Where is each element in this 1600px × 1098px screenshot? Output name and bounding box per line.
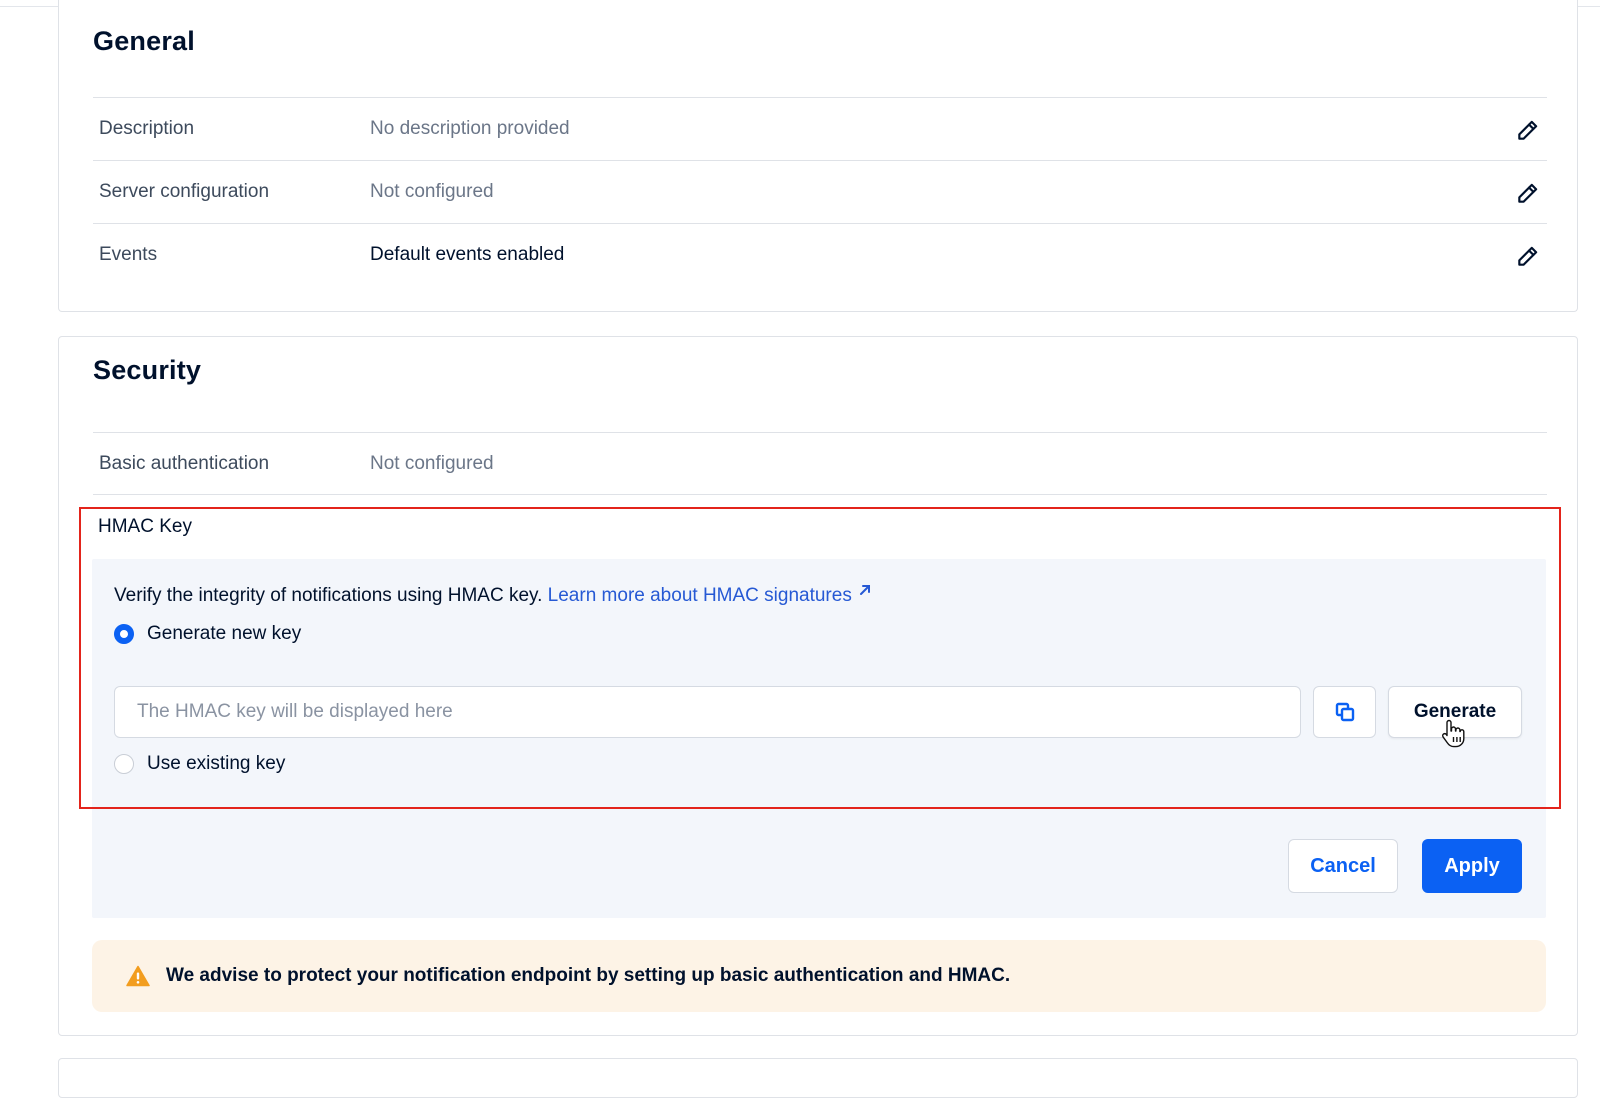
basic-authentication-value: Not configured <box>370 453 494 474</box>
hmac-panel: Verify the integrity of notifications us… <box>92 559 1546 918</box>
basic-authentication-label: Basic authentication <box>99 453 270 474</box>
events-label: Events <box>99 244 158 265</box>
pencil-icon <box>1518 246 1538 266</box>
events-value: Default events enabled <box>370 244 565 265</box>
security-title: Security <box>93 355 202 385</box>
general-title: General <box>93 26 195 56</box>
use-existing-key-option[interactable]: Use existing key <box>114 753 285 775</box>
server-configuration-row: Server configuration Not configured <box>93 160 1547 223</box>
apply-button[interactable]: Apply <box>1422 839 1522 893</box>
learn-more-hmac-label: Learn more about HMAC signatures <box>547 585 852 606</box>
security-rows: Basic authentication Not configured <box>93 432 1547 495</box>
pencil-icon <box>1518 120 1538 140</box>
copy-key-button[interactable] <box>1313 686 1376 738</box>
hmac-intro: Verify the integrity of notifications us… <box>114 583 872 607</box>
security-warning-text: We advise to protect your notification e… <box>166 965 1011 986</box>
cancel-button[interactable]: Cancel <box>1288 839 1398 893</box>
hmac-key-input[interactable] <box>114 686 1301 738</box>
generate-new-key-label: Generate new key <box>147 623 302 644</box>
copy-icon <box>1335 702 1354 722</box>
general-rows: Description No description provided Serv… <box>93 97 1547 286</box>
description-label: Description <box>99 118 195 139</box>
learn-more-hmac-link[interactable]: Learn more about HMAC signatures <box>548 585 872 606</box>
use-existing-key-label: Use existing key <box>147 753 286 774</box>
hmac-intro-text: Verify the integrity of notifications us… <box>114 585 548 606</box>
events-row: Events Default events enabled <box>93 223 1547 286</box>
general-card: General Description No description provi… <box>58 0 1578 312</box>
generate-new-key-radio[interactable] <box>114 624 134 644</box>
hmac-key-title: HMAC Key <box>98 516 192 537</box>
server-configuration-value: Not configured <box>370 181 494 202</box>
edit-description-button[interactable] <box>1515 117 1541 143</box>
edit-events-button[interactable] <box>1515 243 1541 269</box>
use-existing-key-radio[interactable] <box>114 754 134 774</box>
generate-new-key-option[interactable]: Generate new key <box>114 623 301 645</box>
edit-server-configuration-button[interactable] <box>1515 180 1541 206</box>
external-link-icon <box>859 585 870 595</box>
basic-authentication-row: Basic authentication Not configured <box>93 432 1547 495</box>
description-value: No description provided <box>370 118 570 139</box>
pencil-icon <box>1518 183 1538 203</box>
security-warning-banner: We advise to protect your notification e… <box>92 940 1546 1012</box>
hand-pointer-icon <box>1441 719 1465 748</box>
description-row: Description No description provided <box>93 97 1547 160</box>
server-configuration-label: Server configuration <box>99 181 270 202</box>
next-card <box>58 1058 1578 1098</box>
warning-triangle-icon <box>126 965 150 987</box>
